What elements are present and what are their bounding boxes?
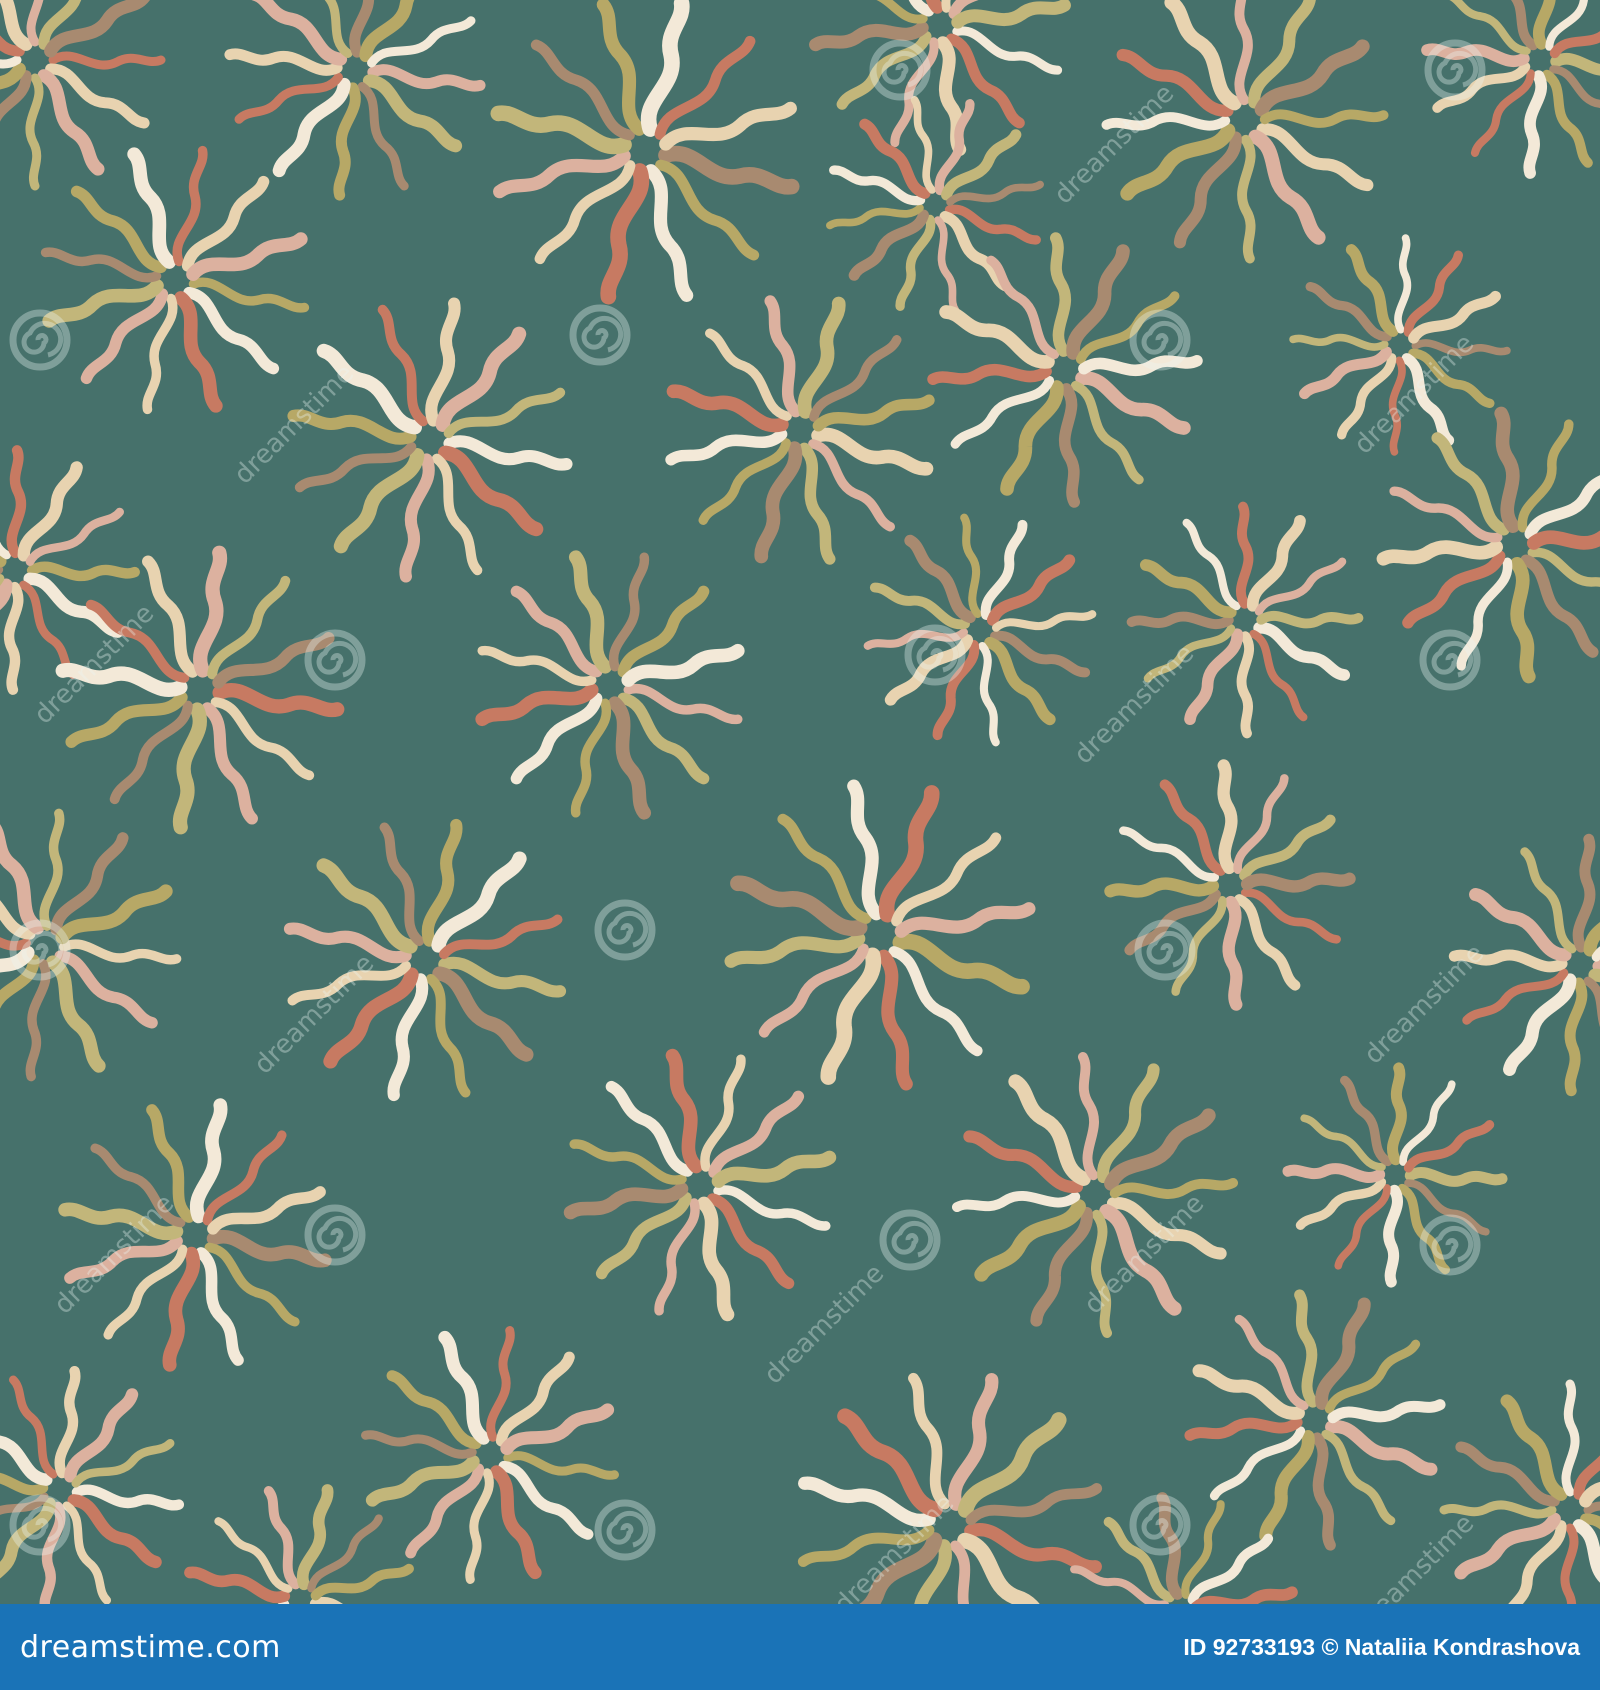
footer-bar: dreamstime.com ID 92733193 © Nataliia Ko…	[0, 1604, 1600, 1690]
floral-pattern: dreamstimedreamstimedreamstimedreamstime…	[0, 0, 1600, 1604]
stock-image-canvas: dreamstime dreamstime dreamstime dreamstime…	[0, 0, 1600, 1690]
footer-credit: ID 92733193 © Nataliia Kondrashova	[1183, 1633, 1580, 1660]
footer-site-logo-text[interactable]: dreamstime.com	[20, 1630, 281, 1665]
